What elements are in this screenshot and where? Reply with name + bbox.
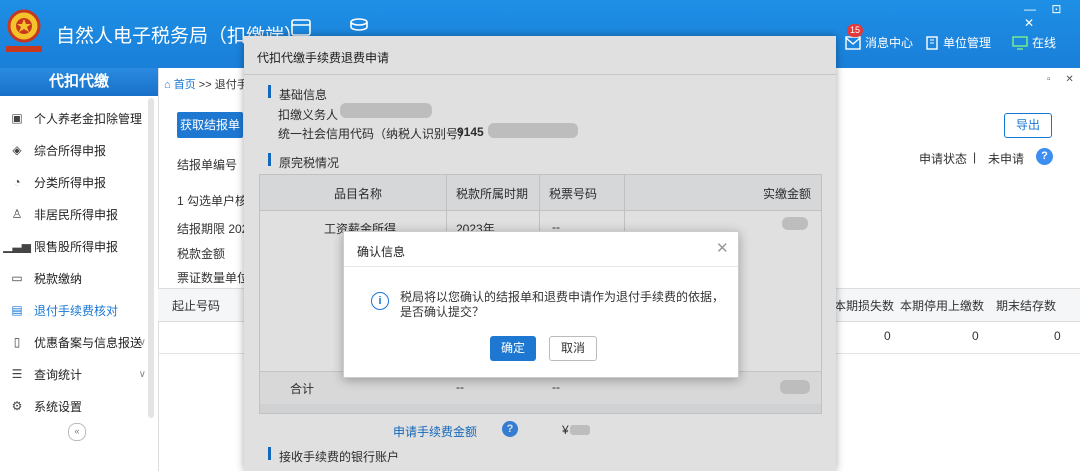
sidebar-scrollbar[interactable] — [148, 98, 154, 418]
sidebar-item-query[interactable]: ☰ 查询统计 ∨ — [0, 360, 148, 388]
window-controls[interactable]: — ⊡ ✕ — [1024, 2, 1080, 30]
sidebar-item-label: 个人养老金扣除管理 — [34, 111, 143, 126]
document-icon: ▤ — [11, 303, 23, 317]
sidebar-item-restricted-stock[interactable]: ▁▃▅ 限售股所得申报 — [0, 232, 148, 260]
close-icon[interactable]: ✕ — [716, 239, 729, 257]
sidebar-title: 代扣代缴 — [0, 68, 158, 96]
message-count-badge: 15 — [847, 24, 864, 37]
layers-icon: ◈ — [12, 143, 22, 157]
folder-icon: ▭ — [11, 271, 23, 285]
pie-icon: ◔ — [13, 175, 21, 189]
bar-chart-icon: ▁▃▅ — [3, 239, 31, 253]
confirm-message: 税局将以您确认的结报单和退费申请作为退付手续费的依据，是否确认提交？ — [400, 290, 725, 319]
column-header: 本期停用上缴数 — [900, 299, 985, 313]
confirm-ok-button[interactable]: 确定 — [490, 336, 536, 361]
online-status[interactable]: 在线 — [1012, 34, 1056, 51]
tax-bureau-logo-icon — [4, 8, 44, 54]
unit-management-link[interactable]: 单位管理 — [925, 34, 991, 51]
sidebar-item-label: 综合所得申报 — [34, 143, 107, 158]
calendar-icon[interactable] — [290, 16, 312, 38]
confirm-cancel-button[interactable]: 取消 — [549, 336, 597, 361]
sidebar-item-settings[interactable]: ⚙ 系统设置 — [0, 392, 148, 420]
monitor-icon — [1012, 35, 1028, 50]
sidebar-item-label: 分类所得申报 — [34, 175, 107, 190]
status-label: 申请状态 — [919, 152, 968, 166]
sidebar-item-label: 系统设置 — [34, 399, 83, 414]
report-period-label: 结报期限 202 — [177, 222, 249, 236]
breadcrumb: ⌂ 首页 >> 退付手 — [164, 76, 248, 92]
table-cell: 0 — [1054, 329, 1061, 343]
file-icon: ▯ — [13, 335, 21, 349]
chevron-down-icon: ∨ — [138, 336, 146, 348]
status-separator: | — [973, 150, 977, 164]
chevron-down-icon: ∨ — [138, 368, 146, 380]
sidebar-item-nonresident[interactable]: ♙ 非居民所得申报 — [0, 200, 148, 228]
sidebar-item-tax-payment[interactable]: ▭ 税款缴纳 — [0, 264, 148, 292]
sidebar-item-preferential[interactable]: ▯ 优惠备案与信息报送 ∨ — [0, 328, 148, 356]
ticket-count-label: 票证数量单位 — [177, 271, 250, 285]
message-center-label: 消息中心 — [865, 36, 914, 50]
breadcrumb-separator: >> — [198, 79, 212, 91]
status-value: 未申请 — [988, 152, 1025, 166]
home-icon: ⌂ — [164, 79, 171, 91]
column-header: 起止号码 — [172, 299, 221, 313]
table-cell: 0 — [884, 329, 891, 343]
help-icon[interactable]: ? — [1036, 148, 1053, 165]
building-icon — [925, 35, 939, 50]
sidebar-item-label: 查询统计 — [34, 367, 83, 382]
mail-icon — [845, 35, 861, 50]
tax-amount-label: 税款金额 — [177, 247, 226, 261]
report-no-label: 结报单编号 — [177, 158, 238, 172]
confirm-dialog-title: 确认信息 — [357, 245, 406, 259]
column-header: 本期损失数 — [834, 299, 895, 313]
pension-icon: ▣ — [11, 111, 23, 125]
sidebar-item-comprehensive[interactable]: ◈ 综合所得申报 — [0, 136, 148, 164]
user-icon: ♙ — [11, 207, 23, 221]
breadcrumb-current: 退付手 — [214, 79, 248, 91]
collapse-sidebar-button[interactable]: « — [68, 423, 86, 441]
online-label: 在线 — [1032, 36, 1057, 50]
sidebar-item-classified[interactable]: ◔ 分类所得申报 — [0, 168, 148, 196]
step1-label: 1 勾选单户核 — [177, 194, 248, 208]
info-icon: i — [371, 292, 389, 310]
unit-management-label: 单位管理 — [943, 36, 992, 50]
gear-icon: ⚙ — [11, 399, 23, 413]
sidebar-item-label: 税款缴纳 — [34, 271, 83, 286]
export-button[interactable]: 导出 — [1004, 113, 1052, 138]
column-header: 期末结存数 — [996, 299, 1057, 313]
sidebar-item-label: 优惠备案与信息报送 — [34, 335, 143, 350]
sidebar-item-label: 非居民所得申报 — [34, 207, 119, 222]
list-icon: ☰ — [11, 367, 23, 381]
confirm-dialog: 确认信息 ✕ i 税局将以您确认的结报单和退费申请作为退付手续费的依据，是否确认… — [343, 231, 739, 378]
sidebar-item-pension[interactable]: ▣ 个人养老金扣除管理 — [0, 104, 148, 132]
sidebar-item-label: 限售股所得申报 — [34, 239, 119, 254]
table-cell: 0 — [972, 329, 979, 343]
coins-icon[interactable] — [348, 16, 370, 38]
sidebar: 代扣代缴 ▣ 个人养老金扣除管理 ◈ 综合所得申报 ◔ 分类所得申报 ♙ 非居民所得申报… — [0, 68, 159, 471]
get-report-button[interactable]: 获取结报单 — [177, 112, 243, 138]
sidebar-item-label: 退付手续费核对 — [34, 303, 119, 318]
tab-window-controls[interactable]: ▫ ✕ — [1047, 74, 1080, 85]
breadcrumb-home[interactable]: 首页 — [174, 79, 196, 91]
sidebar-item-fee-refund[interactable]: ▤ 退付手续费核对 — [0, 296, 148, 324]
